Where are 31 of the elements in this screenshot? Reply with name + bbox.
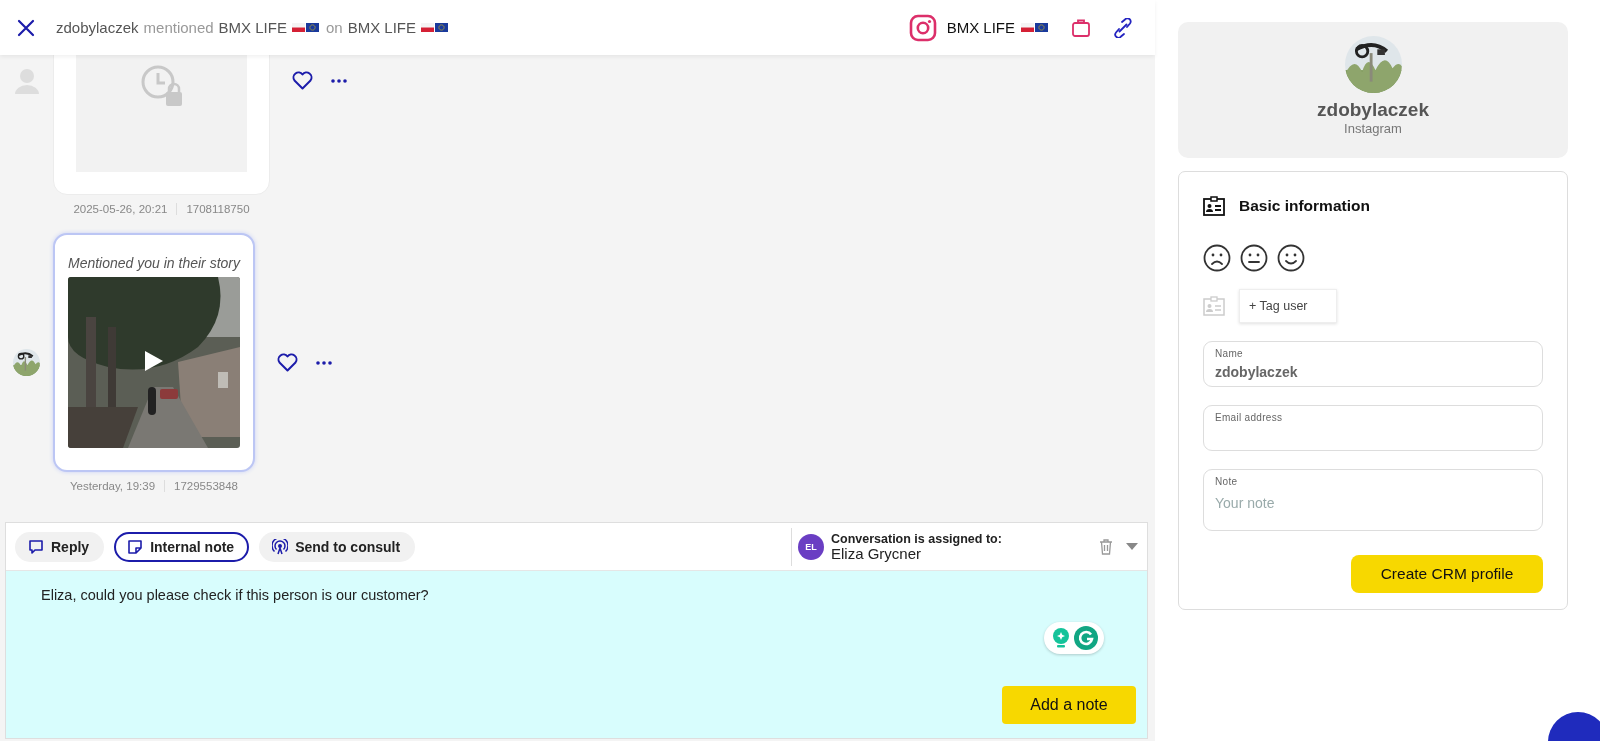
channel-name: BMX LIFE [946,19,1015,36]
composer-tab[interactable]: Send to consult [259,531,416,562]
message-id: 1729553848 [174,480,238,492]
story-caption: Mentioned you in their story [68,255,240,271]
message-time: Yesterday, 19:39 [70,480,156,492]
author-name: zdobylaczek [56,19,139,36]
profile-name: zdobylaczek [1317,99,1429,121]
field-label: Note [1215,476,1239,487]
section-title: Basic information [1239,197,1370,215]
account-name: BMX LIFE [347,19,416,36]
composer-tab[interactable]: Reply [15,531,105,562]
action-text: mentioned [143,19,214,36]
text-input[interactable]: Your note [1215,495,1531,511]
field-label: Name [1215,348,1244,359]
assignment-label: Conversation is assigned to: [831,531,1003,546]
profile-network: Instagram [1344,121,1402,136]
tag-user-button[interactable]: + Tag user [1239,289,1337,323]
create-profile-button[interactable]: Create CRM profile [1351,555,1543,593]
message-id: 1708118750 [186,203,250,215]
user-avatar: EL [798,533,824,560]
add-note-button[interactable]: Add a note [1002,686,1136,724]
text-input[interactable]: zdobylaczek [1215,364,1531,380]
form-field[interactable]: Note Your note [1203,469,1543,531]
account-name: BMX LIFE [218,19,287,36]
message-time: 2025-05-26, 20:21 [73,203,168,215]
form-field[interactable]: Name zdobylaczek [1203,341,1543,387]
form-field[interactable]: Email address [1203,405,1543,451]
field-label: Email address [1215,412,1284,423]
assignee-name: Eliza Grycner [831,545,923,562]
composer-tab[interactable]: Internal note [114,531,250,562]
preposition-text: on [325,19,343,36]
